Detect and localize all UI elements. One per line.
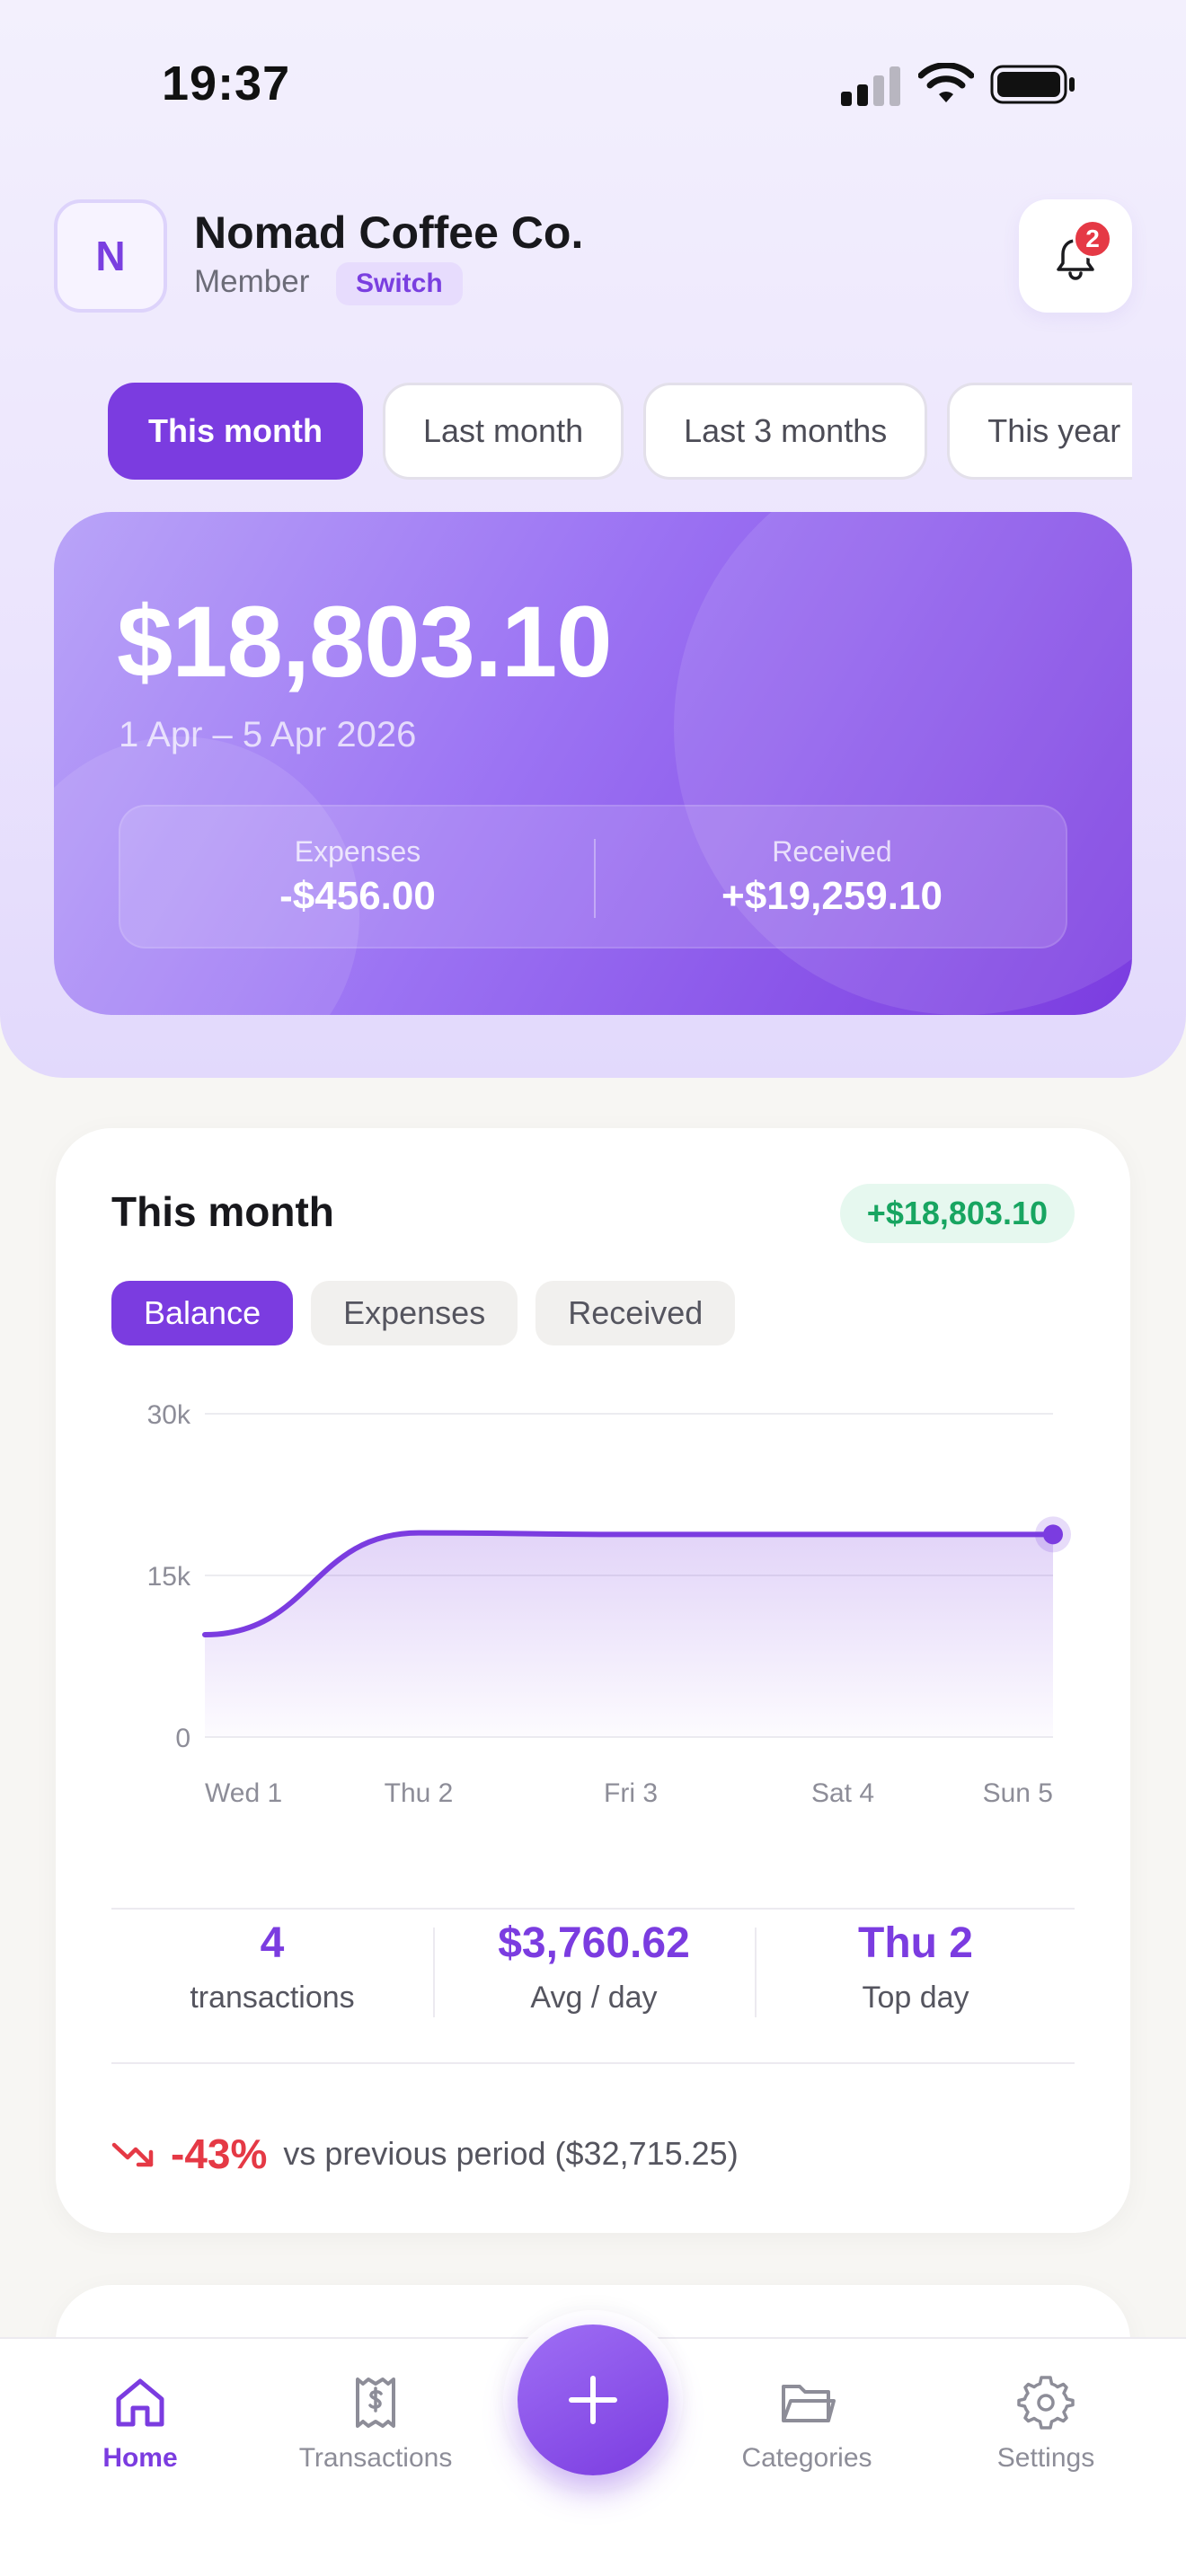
tab-label: Transactions — [298, 2443, 453, 2473]
period-delta-badge: +$18,803.10 — [839, 1184, 1075, 1243]
stat-avg-per-day: $3,760.62 Avg / day — [433, 1919, 755, 2016]
x-tick-label: Thu 2 — [385, 1778, 454, 1808]
y-tick-label: 30k — [147, 1400, 191, 1430]
comparison-percent: -43% — [171, 2130, 268, 2177]
period-comparison: -43% vs previous period ($32,715.25) — [111, 2127, 739, 2181]
status-bar: 19:37 — [0, 0, 1186, 171]
x-tick-label: Wed 1 — [205, 1778, 282, 1808]
y-tick-label: 0 — [175, 1724, 190, 1753]
plus-icon — [569, 2376, 617, 2424]
folder-icon — [782, 2385, 836, 2422]
x-tick-label: Fri 3 — [604, 1778, 658, 1808]
tab-label: Categories — [741, 2443, 872, 2473]
business-role: Member — [194, 264, 310, 299]
stat-label: Top day — [862, 1981, 969, 2015]
expenses-label: Expenses — [294, 835, 421, 868]
chart-type-tabs: Balance Expenses Received — [111, 1281, 736, 1345]
gear-icon — [1017, 2376, 1075, 2430]
balance-amount: $18,803.10 — [117, 586, 613, 698]
last-data-point — [1043, 1524, 1063, 1545]
chart-card-title: This month — [111, 1188, 334, 1235]
expenses-summary: Expenses -$456.00 — [120, 807, 595, 950]
balance-card: $18,803.10 1 Apr – 5 Apr 2026 Expenses -… — [54, 512, 1132, 1015]
tab-balance[interactable]: Balance — [111, 1281, 294, 1345]
period-chip-this-year[interactable]: This year — [947, 383, 1132, 480]
stat-value: $3,760.62 — [498, 1919, 690, 1967]
tab-expenses[interactable]: Expenses — [311, 1281, 518, 1345]
tab-received[interactable]: Received — [535, 1281, 736, 1345]
chart-card: This month +$18,803.10 Balance Expenses … — [56, 1128, 1130, 2233]
stat-label: Avg / day — [530, 1981, 658, 2015]
add-transaction-button[interactable] — [518, 2325, 668, 2475]
section-divider — [111, 2062, 1075, 2064]
period-chip-last-month[interactable]: Last month — [382, 383, 624, 480]
business-name: Nomad Coffee Co. — [194, 207, 584, 258]
wifi-icon — [918, 63, 974, 102]
battery-icon — [990, 65, 1075, 104]
home-icon — [116, 2378, 164, 2427]
receipt-icon — [356, 2378, 395, 2428]
received-label: Received — [772, 835, 892, 868]
x-tick-label: Sun 5 — [983, 1778, 1053, 1808]
tab-settings[interactable]: Settings — [947, 2371, 1145, 2474]
notification-count-badge: 2 — [1073, 219, 1112, 259]
period-filter-bar: This month Last month Last 3 months This… — [108, 383, 1132, 481]
trend-down-icon — [111, 2142, 154, 2167]
balance-chart: 0 15k 30k Wed 1 Thu 2 Fri 3 Sat 4 Sun 5 — [147, 1400, 1071, 1808]
expenses-value: -$456.00 — [279, 874, 436, 918]
stat-value: Thu 2 — [858, 1919, 973, 1967]
tab-categories[interactable]: Categories — [708, 2371, 906, 2474]
switch-business-button[interactable]: Switch — [336, 262, 463, 305]
stat-label: transactions — [190, 1981, 355, 2015]
tab-home[interactable]: Home — [41, 2371, 239, 2474]
stat-top-day: Thu 2 Top day — [755, 1919, 1076, 2016]
y-tick-label: 15k — [147, 1562, 191, 1592]
balance-date-range: 1 Apr – 5 Apr 2026 — [119, 715, 417, 754]
cellular-signal-icon — [841, 66, 900, 106]
status-time: 19:37 — [162, 57, 291, 110]
received-value: +$19,259.10 — [721, 874, 943, 918]
notifications-button[interactable] — [1019, 199, 1132, 313]
business-avatar[interactable]: N — [54, 199, 167, 313]
comparison-text: vs previous period ($32,715.25) — [283, 2135, 739, 2172]
period-chip-this-month[interactable]: This month — [108, 383, 363, 480]
section-divider — [111, 1908, 1075, 1910]
tab-label: Home — [102, 2443, 178, 2473]
stat-transactions: 4 transactions — [111, 1919, 433, 2016]
tab-label: Settings — [996, 2443, 1095, 2473]
x-tick-label: Sat 4 — [811, 1778, 874, 1808]
stat-value: 4 — [260, 1919, 285, 1967]
tab-transactions[interactable]: Transactions — [277, 2371, 474, 2474]
received-summary: Received +$19,259.10 — [595, 807, 1069, 950]
period-chip-last-3-months[interactable]: Last 3 months — [643, 383, 928, 480]
balance-breakdown: Expenses -$456.00 Received +$19,259.10 — [119, 805, 1067, 948]
